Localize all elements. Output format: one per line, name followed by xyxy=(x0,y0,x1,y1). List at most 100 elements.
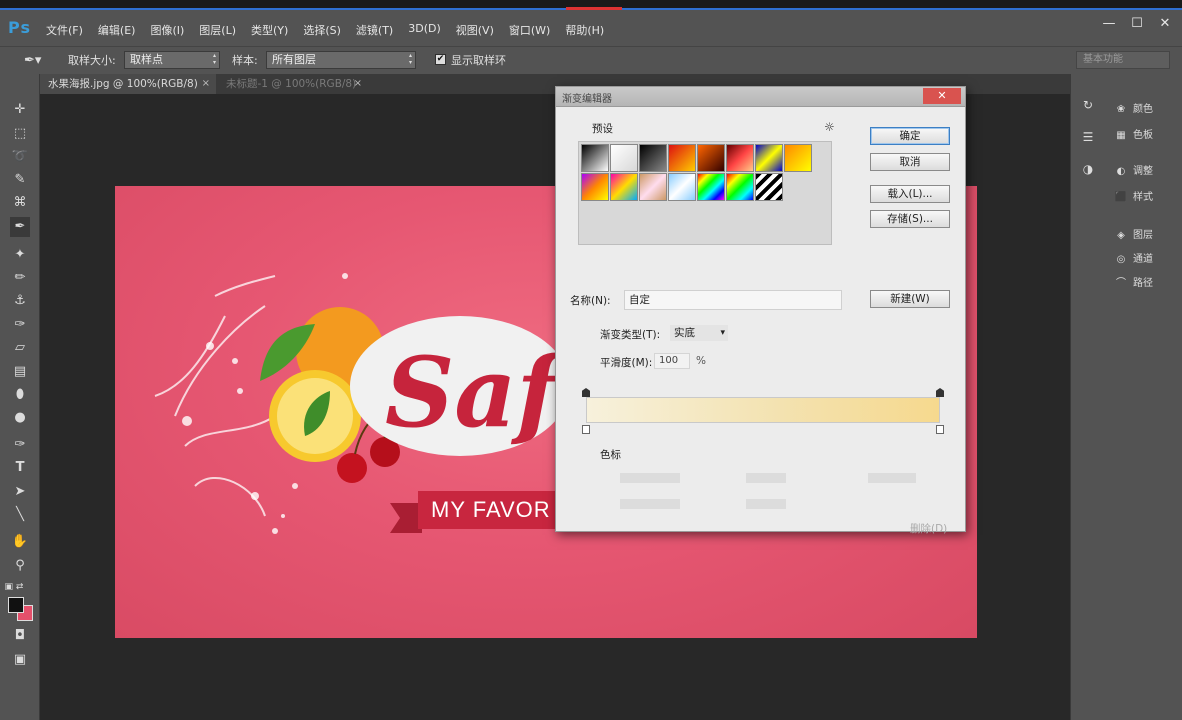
panel-item-color[interactable]: ❀ 颜色 xyxy=(1113,100,1153,115)
document-tab-active[interactable]: 水果海报.jpg @ 100%(RGB/8) × xyxy=(40,74,216,94)
color-stop-left[interactable] xyxy=(582,425,590,434)
cancel-button[interactable]: 取消 xyxy=(870,153,950,171)
preset-stripes[interactable] xyxy=(755,173,783,201)
history-brush-tool-icon[interactable]: ✑ xyxy=(10,315,30,335)
zoom-tool-icon[interactable]: ⚲ xyxy=(10,556,30,576)
eraser-tool-icon[interactable]: ▱ xyxy=(10,338,30,358)
gradient-type-select[interactable]: 实底 xyxy=(670,325,728,341)
crop-tool-icon[interactable]: ⌘ xyxy=(10,193,30,213)
tab-close-icon[interactable]: × xyxy=(202,74,210,94)
workspace-select[interactable]: 基本功能 xyxy=(1076,51,1170,69)
document-tab-inactive[interactable]: 未标题-1 @ 100%(RGB/8) × xyxy=(218,74,368,94)
properties-panel-icon[interactable]: ☰ xyxy=(1079,128,1097,146)
preset-copper[interactable] xyxy=(697,144,725,172)
preset-spectrum-pink[interactable] xyxy=(610,173,638,201)
preset-fg-transparent[interactable] xyxy=(610,144,638,172)
type-tool-icon[interactable]: T xyxy=(10,458,30,478)
panel-item-paths[interactable]: ⌒ 路径 xyxy=(1113,274,1153,289)
options-bar: ✒▾ 取样大小: 取样点 样本: 所有图层 ✔ 显示取样环 基本功能 xyxy=(0,46,1182,74)
default-colors-icon[interactable]: ▣ ⇄ xyxy=(4,577,24,597)
stamp-tool-icon[interactable]: ⚓ xyxy=(10,291,30,311)
opacity-stop-right[interactable] xyxy=(936,388,944,397)
gradient-editor-dialog: 渐变编辑器 ✕ 预设 ☼ 确定 取消 载入(L)... 存储(S)... 名称(… xyxy=(555,86,966,535)
menu-select[interactable]: 选择(S) xyxy=(303,22,341,38)
menu-edit[interactable]: 编辑(E) xyxy=(98,22,136,38)
dialog-close-button[interactable]: ✕ xyxy=(923,88,961,104)
history-panel-icon[interactable]: ↻ xyxy=(1079,96,1097,114)
new-gradient-button[interactable]: 新建(W) xyxy=(870,290,950,308)
menu-type[interactable]: 类型(Y) xyxy=(251,22,288,38)
preset-rainbow[interactable] xyxy=(726,173,754,201)
tab-close-icon[interactable]: × xyxy=(354,74,362,94)
menu-filter[interactable]: 滤镜(T) xyxy=(356,22,393,38)
sample-label: 样本: xyxy=(232,54,258,67)
menu-items: 文件(F) 编辑(E) 图像(I) 图层(L) 类型(Y) 选择(S) 滤镜(T… xyxy=(46,22,604,38)
preset-violet-orange[interactable] xyxy=(581,173,609,201)
delete-button[interactable]: 删除(D) xyxy=(910,521,947,536)
stop-delete-button[interactable] xyxy=(868,473,916,483)
preset-red-yellow[interactable] xyxy=(668,144,696,172)
line-tool-icon[interactable]: ╲ xyxy=(10,505,30,525)
eyedropper-tool-icon[interactable]: ✒ xyxy=(10,217,30,237)
menu-file[interactable]: 文件(F) xyxy=(46,22,83,38)
preset-blue-yellow[interactable] xyxy=(755,144,783,172)
healing-tool-icon[interactable]: ✦ xyxy=(10,245,30,265)
menu-window[interactable]: 窗口(W) xyxy=(509,22,550,38)
opacity-stop-left[interactable] xyxy=(582,388,590,397)
dodge-tool-icon[interactable]: ● xyxy=(10,408,30,428)
save-button[interactable]: 存储(S)... xyxy=(870,210,950,228)
hand-tool-icon[interactable]: ✋ xyxy=(10,532,30,552)
panel-item-channels[interactable]: ◎ 通道 xyxy=(1113,250,1153,265)
presets-gear-icon[interactable]: ☼ xyxy=(824,120,835,134)
preset-black-white[interactable] xyxy=(581,144,609,172)
stop-opacity-field[interactable] xyxy=(620,473,680,483)
path-select-tool-icon[interactable]: ➤ xyxy=(10,482,30,502)
gradient-tool-icon[interactable]: ▤ xyxy=(10,362,30,382)
quick-select-tool-icon[interactable]: ✎ xyxy=(10,170,30,190)
close-window-button[interactable]: ✕ xyxy=(1156,16,1174,32)
sample-size-select[interactable]: 取样点 xyxy=(124,51,220,69)
panel-item-swatches[interactable]: ▦ 色板 xyxy=(1113,126,1153,141)
marquee-tool-icon[interactable]: ⬚ xyxy=(10,124,30,144)
sample-select[interactable]: 所有图层 xyxy=(266,51,416,69)
stop-color-location-field[interactable] xyxy=(746,499,786,509)
menu-3d[interactable]: 3D(D) xyxy=(408,22,441,38)
script-title: Saf xyxy=(350,316,573,456)
maximize-button[interactable]: ☐ xyxy=(1128,16,1146,32)
gradient-name-field[interactable]: 自定 xyxy=(624,290,842,310)
menu-view[interactable]: 视图(V) xyxy=(456,22,494,38)
color-stop-right[interactable] xyxy=(936,425,944,434)
foreground-color-swatch[interactable] xyxy=(8,597,24,613)
menu-layer[interactable]: 图层(L) xyxy=(199,22,236,38)
stop-color-field[interactable] xyxy=(620,499,680,509)
preset-spectrum[interactable] xyxy=(697,173,725,201)
adjustments-contrast-icon[interactable]: ◑ xyxy=(1079,160,1097,178)
panel-item-styles[interactable]: ⬛ 样式 xyxy=(1113,188,1153,203)
preset-orange-yellow[interactable] xyxy=(784,144,812,172)
lasso-tool-icon[interactable]: ➰ xyxy=(10,147,30,167)
ok-button[interactable]: 确定 xyxy=(870,127,950,145)
show-sampling-ring-checkbox[interactable]: ✔ xyxy=(435,54,446,65)
panel-item-layers[interactable]: ◈ 图层 xyxy=(1113,226,1153,241)
preset-black-gray[interactable] xyxy=(639,144,667,172)
tools-panel: ✛ ⬚ ➰ ✎ ⌘ ✒ ✦ ✏ ⚓ ✑ ▱ ▤ ⬮ ● ✑ T ➤ ╲ ✋ ⚲ … xyxy=(0,74,40,720)
dialog-titlebar[interactable]: 渐变编辑器 ✕ xyxy=(556,87,965,107)
quick-mask-icon[interactable]: ◘ xyxy=(10,626,30,646)
move-tool-icon[interactable]: ✛ xyxy=(10,100,30,120)
smoothness-field[interactable]: 100 xyxy=(654,353,690,369)
gradient-preview-bar[interactable] xyxy=(586,397,940,423)
preset-red-fade[interactable] xyxy=(726,144,754,172)
menu-help[interactable]: 帮助(H) xyxy=(565,22,604,38)
menu-image[interactable]: 图像(I) xyxy=(150,22,184,38)
minimize-button[interactable]: — xyxy=(1100,16,1118,32)
pen-tool-icon[interactable]: ✑ xyxy=(10,435,30,455)
screen-mode-icon[interactable]: ▣ xyxy=(10,650,30,670)
load-button[interactable]: 载入(L)... xyxy=(870,185,950,203)
preset-chrome[interactable] xyxy=(639,173,667,201)
preset-silver[interactable] xyxy=(668,173,696,201)
brush-tool-icon[interactable]: ✏ xyxy=(10,268,30,288)
blur-tool-icon[interactable]: ⬮ xyxy=(10,385,30,405)
stop-location-field[interactable] xyxy=(746,473,786,483)
eyedropper-tool-preset-icon[interactable]: ✒▾ xyxy=(24,52,41,70)
panel-item-adjustments[interactable]: ◐ 调整 xyxy=(1113,162,1153,177)
